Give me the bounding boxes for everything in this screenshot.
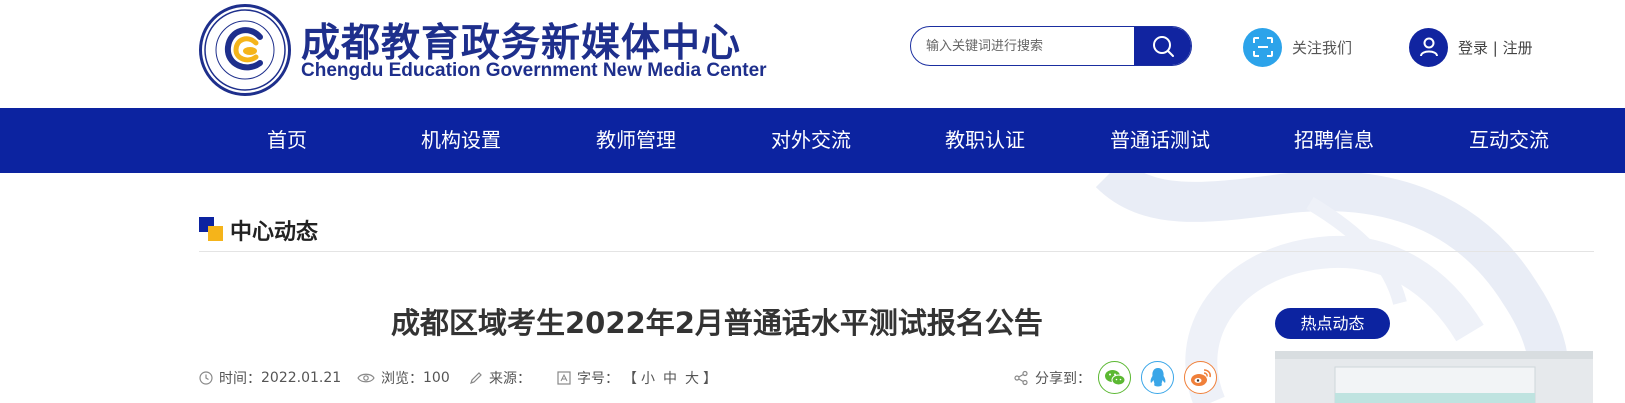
meta-time-label: 时间：	[219, 371, 261, 387]
share-wechat-button[interactable]	[1098, 361, 1131, 394]
font-size-large-button[interactable]: 大	[685, 368, 699, 388]
nav-item-organization[interactable]: 机构设置	[401, 108, 521, 173]
font-size-bracket-close: 】	[703, 371, 717, 387]
font-size-small-button[interactable]: 小	[641, 368, 655, 388]
nav-item-teacher-management[interactable]: 教师管理	[576, 108, 696, 173]
font-size-icon	[557, 371, 571, 385]
nav-item-home[interactable]: 首页	[227, 108, 347, 173]
search-icon	[1152, 36, 1174, 57]
nav-item-interaction[interactable]: 互动交流	[1449, 108, 1569, 173]
logo-emblem-icon	[204, 9, 286, 91]
weibo-icon	[1190, 368, 1211, 386]
logo-seal[interactable]	[199, 4, 291, 96]
meta-views: 浏览： 100	[357, 368, 450, 388]
share-label: 分享到：	[1035, 371, 1091, 387]
nav-item-mandarin-test[interactable]: 普通话测试	[1100, 108, 1220, 173]
hot-news-image[interactable]	[1275, 351, 1593, 403]
share-area: 分享到：	[1013, 368, 1091, 388]
meta-source: 来源：	[469, 368, 531, 388]
follow-us-label: 关注我们	[1292, 38, 1353, 57]
follow-us-link[interactable]: 关注我们	[1243, 27, 1352, 67]
font-size-bracket-open: 【	[623, 371, 637, 387]
user-icon[interactable]	[1409, 27, 1448, 67]
wechat-icon	[1104, 369, 1125, 385]
nav-item-certification[interactable]: 教职认证	[925, 108, 1045, 173]
pen-icon	[470, 372, 482, 384]
search-button[interactable]	[1134, 27, 1191, 65]
meta-time-value: 2022.01.21	[261, 370, 342, 386]
share-qq-button[interactable]	[1141, 361, 1174, 394]
section-marker-icon	[199, 217, 223, 241]
scan-icon	[1243, 27, 1282, 67]
nav-item-exchange[interactable]: 对外交流	[751, 108, 871, 173]
meta-font-size: 字号： 【 小 中 大 】	[557, 368, 717, 388]
meta-views-value: 100	[423, 370, 450, 386]
section-title: 中心动态	[230, 220, 319, 245]
share-weibo-button[interactable]	[1184, 361, 1217, 394]
share-icon	[1014, 370, 1028, 386]
meta-time: 时间： 2022.01.21	[199, 368, 341, 388]
section-divider	[199, 251, 1594, 252]
hot-news-title: 热点动态	[1275, 308, 1390, 339]
article-title: 成都区域考生2022年2月普通话水平测试报名公告	[391, 306, 1043, 340]
meta-source-label: 来源：	[489, 371, 531, 387]
login-link[interactable]: 登录	[1458, 39, 1488, 57]
font-size-medium-button[interactable]: 中	[663, 368, 677, 388]
qq-icon	[1150, 367, 1165, 386]
clock-icon	[199, 371, 213, 385]
main-nav: 首页 机构设置 教师管理 对外交流 教职认证 普通话测试 招聘信息 互动交流	[0, 108, 1625, 173]
search-input[interactable]	[911, 27, 1136, 65]
account-area: 登录 | 注册	[1409, 27, 1533, 67]
font-size-label: 字号：	[577, 371, 619, 387]
meta-views-label: 浏览：	[381, 371, 423, 387]
page: 成都教育政务新媒体中心 Chengdu Education Government…	[0, 0, 1625, 403]
nav-item-recruitment[interactable]: 招聘信息	[1274, 108, 1394, 173]
logo-title-en: Chengdu Education Government New Media C…	[301, 60, 767, 81]
hot-news-thumbnail	[1275, 351, 1593, 403]
search-box	[910, 26, 1192, 66]
register-link[interactable]: 注册	[1503, 39, 1533, 57]
login-separator: |	[1488, 38, 1503, 57]
eye-icon	[357, 373, 375, 383]
